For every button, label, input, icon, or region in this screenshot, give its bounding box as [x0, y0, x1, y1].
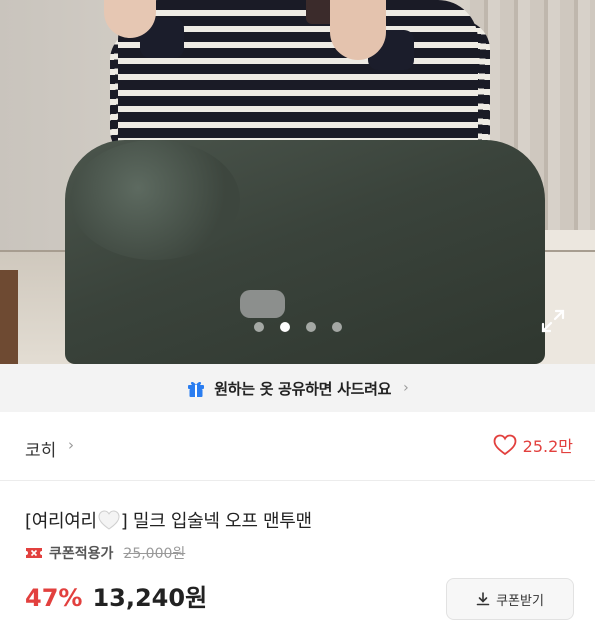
- carousel-indicator: [0, 322, 595, 336]
- product-image[interactable]: [0, 0, 595, 364]
- get-coupon-button[interactable]: 쿠폰받기: [446, 578, 574, 620]
- coupon-ticket-icon: [26, 548, 42, 558]
- carousel-dot-1[interactable]: [253, 322, 264, 332]
- seller-row: 코히 › 25.2만: [0, 412, 595, 481]
- share-promo-banner[interactable]: 원하는 옷 공유하면 사드려요 ›: [0, 364, 595, 412]
- carousel-dot-4[interactable]: [331, 322, 342, 332]
- discount-rate: 47%: [25, 584, 83, 612]
- coupon-price-label: 쿠폰적용가: [49, 546, 114, 562]
- product-title-prefix: [여리여리: [25, 511, 97, 532]
- chevron-right-icon: ›: [68, 436, 74, 454]
- photo-shelf: [0, 270, 18, 364]
- product-title-suffix: ] 밀크 입술넥 오프 맨투맨: [120, 511, 312, 532]
- gift-icon: [188, 381, 205, 397]
- photo-knee: [70, 140, 240, 260]
- share-promo-text: 원하는 옷 공유하면 사드려요: [214, 379, 392, 398]
- seller-name-link[interactable]: 코히: [25, 436, 56, 461]
- product-title: [여리여리 ] 밀크 입술넥 오프 맨투맨: [25, 507, 312, 533]
- coupon-price-row: 쿠폰적용가 25,000원: [25, 543, 185, 563]
- photo-right-hand: [330, 0, 386, 60]
- price-row: 47% 13,240원: [25, 578, 207, 613]
- photo-shoe: [240, 290, 285, 318]
- chevron-right-icon: ›: [403, 380, 409, 396]
- like-count: 25.2만: [522, 437, 573, 456]
- sale-price: 13,240원: [92, 584, 208, 612]
- get-coupon-label: 쿠폰받기: [496, 593, 544, 609]
- white-heart-emoji-icon: [98, 510, 120, 530]
- carousel-dot-2-active[interactable]: [279, 322, 290, 332]
- download-icon: [476, 592, 490, 606]
- carousel-dot-3[interactable]: [305, 322, 316, 332]
- expand-icon[interactable]: [540, 308, 566, 334]
- original-price: 25,000원: [123, 546, 186, 562]
- heart-outline-icon: [493, 434, 517, 456]
- like-button[interactable]: 25.2만: [493, 433, 573, 457]
